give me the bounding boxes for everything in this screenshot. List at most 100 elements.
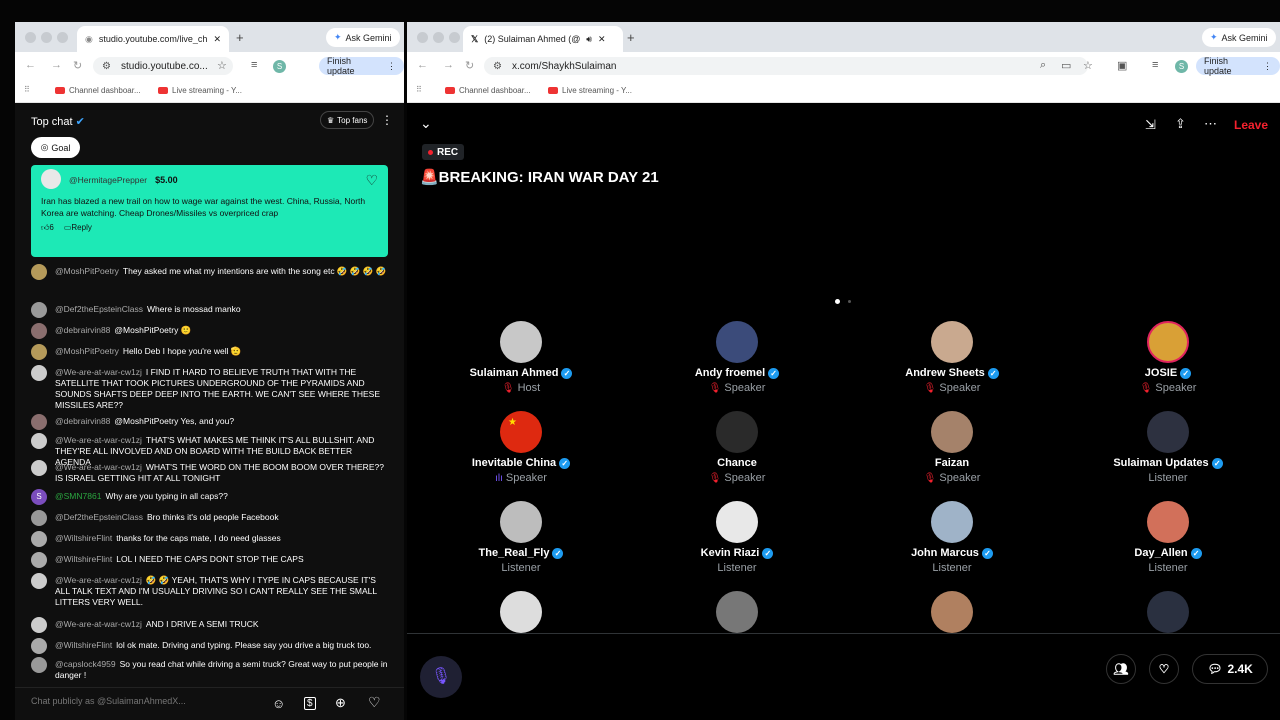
mic-button[interactable]: 🎙︎	[420, 656, 462, 698]
top-fans-button[interactable]: ♛ Top fans	[320, 111, 375, 129]
tab-x-space[interactable]: 𝕏 (2) Sulaiman Ahmed (@Sh... 🔊︎ ✕	[463, 26, 623, 52]
avatar	[931, 321, 973, 363]
chat-message: @Def2theEpsteinClass Bro thinks it's old …	[31, 510, 388, 526]
chat-input[interactable]	[31, 696, 261, 706]
goal-button[interactable]: ◎ Goal	[31, 137, 80, 158]
participant-card[interactable]: JOSIE ✓ 🎙︎ Speaker	[1068, 321, 1268, 394]
reading-list-icon[interactable]: ≡	[1152, 59, 1158, 71]
bookmark-star-icon[interactable]: ☆	[217, 59, 227, 72]
avatar[interactable]	[1147, 591, 1189, 633]
participant-card[interactable]: Andy froemel ✓ 🎙︎ Speaker	[637, 321, 837, 394]
participant-card[interactable]: Faizan 🎙︎ Speaker	[852, 411, 1052, 484]
finish-update-button[interactable]: Finish update ⋮	[1196, 56, 1280, 76]
ask-gemini-button[interactable]: ✦ Ask Gemini	[1202, 28, 1276, 47]
avatar	[31, 302, 47, 318]
back-icon[interactable]: ←	[25, 59, 36, 71]
site-info-icon[interactable]: ⚙	[493, 61, 502, 72]
participant-card[interactable]: ★ Inevitable China ✓ ılı Speaker	[421, 411, 621, 484]
chat-title[interactable]: Top chat ✔	[31, 115, 85, 128]
apps-grid-icon[interactable]: ⠿	[24, 85, 30, 94]
profile-avatar[interactable]: S	[1175, 60, 1188, 73]
participant-card[interactable]: Day_Allen ✓ Listener	[1068, 501, 1268, 574]
maximize-window-button[interactable]	[57, 32, 68, 43]
cast-icon[interactable]: ▭	[1061, 59, 1071, 72]
audio-playing-icon[interactable]: 🔊︎	[586, 34, 592, 45]
chat-message: @MoshPitPoetry Hello Deb I hope you're we…	[31, 344, 388, 360]
mic-icon: 🎙︎	[430, 668, 452, 685]
avatar[interactable]	[931, 591, 973, 633]
bookmark-channel-dashboard[interactable]: Channel dashboar...	[445, 86, 531, 95]
close-window-button[interactable]	[25, 32, 36, 43]
super-chat-text: Iran has blazed a new trail on how to wa…	[41, 196, 366, 218]
maximize-window-button[interactable]	[449, 32, 460, 43]
participant-card[interactable]: The_Real_Fly ✓ Listener	[421, 501, 621, 574]
participant-card[interactable]: Sulaiman Ahmed ✓ 🎙︎ Host	[421, 321, 621, 394]
tab-youtube-chat[interactable]: ◉ studio.youtube.com/live_chat ✕	[77, 26, 229, 52]
chat-message: @debrairvin88 @MoshPitPoetry 🙂	[31, 323, 388, 339]
verified-icon: ✓	[1190, 547, 1202, 559]
avatar	[31, 638, 47, 654]
comments-button[interactable]: 💬︎ 2.4K	[1192, 654, 1268, 684]
apps-grid-icon[interactable]: ⠿	[416, 85, 422, 94]
reading-list-icon[interactable]: ≡	[251, 59, 257, 71]
leave-button[interactable]: Leave	[1234, 118, 1268, 132]
bookmark-live-streaming[interactable]: Live streaming - Y...	[548, 86, 632, 95]
record-dot-icon	[428, 149, 433, 155]
url-field[interactable]: ⚙ x.com/ShaykhSulaiman	[484, 57, 1088, 75]
minimize-window-button[interactable]	[41, 32, 52, 43]
minimize-window-button[interactable]	[433, 32, 444, 43]
new-tab-button[interactable]: +	[236, 30, 244, 45]
avatar: S	[31, 489, 47, 505]
reactions-button[interactable]: ♡	[1149, 654, 1179, 684]
avatar	[31, 657, 47, 673]
new-tab-button[interactable]: +	[627, 30, 635, 45]
avatar[interactable]	[716, 591, 758, 633]
collapse-chevron-icon[interactable]: ⌄	[420, 115, 432, 132]
ask-gemini-button[interactable]: ✦ Ask Gemini	[326, 28, 400, 47]
bookmark-star-icon[interactable]: ☆	[1083, 59, 1093, 72]
heart-icon[interactable]: ♡	[365, 172, 378, 189]
tab-bar: 𝕏 (2) Sulaiman Ahmed (@Sh... 🔊︎ ✕ + ✦Ask…	[407, 22, 1280, 52]
site-info-icon[interactable]: ⚙	[102, 61, 111, 72]
bookmarks-bar: ⠿ Channel dashboar... Live streaming - Y…	[15, 80, 404, 103]
avatar[interactable]	[500, 591, 542, 633]
participant-card[interactable]: Chance 🎙︎ Speaker	[637, 411, 837, 484]
chat-message: @Def2theEpsteinClass Where is mossad mank…	[31, 302, 388, 318]
close-tab-icon[interactable]: ✕	[213, 34, 221, 45]
minimize-space-icon[interactable]: ⇲	[1145, 117, 1156, 133]
extensions-icon[interactable]: ▣	[1117, 59, 1127, 72]
url-field[interactable]: ⚙ studio.youtube.co...	[93, 57, 233, 75]
participants-button[interactable]: 👥︎	[1106, 654, 1136, 684]
profile-avatar[interactable]: S	[273, 60, 286, 73]
reply-button[interactable]: ▭Reply	[64, 223, 92, 233]
forward-icon[interactable]: →	[51, 59, 62, 71]
add-icon[interactable]: ⊕	[335, 695, 346, 711]
participant-card[interactable]: John Marcus ✓ Listener	[852, 501, 1052, 574]
super-chat-icon[interactable]: $	[304, 697, 316, 710]
heart-icon[interactable]: ♡	[368, 694, 381, 711]
participant-card[interactable]: Sulaiman Updates ✓ Listener	[1068, 411, 1268, 484]
back-icon[interactable]: ←	[417, 59, 428, 71]
finish-update-button[interactable]: Finish update ⋮	[319, 56, 404, 76]
gemini-icon: ✦	[334, 32, 342, 42]
chat-message: @We-are-at-war-cw1zj WHAT'S THE WORD ON T…	[31, 460, 388, 484]
close-tab-icon[interactable]: ✕	[598, 34, 606, 45]
participant-card[interactable]: Kevin Riazi ✓ Listener	[637, 501, 837, 574]
zoom-icon[interactable]: ⌕	[1040, 59, 1046, 72]
verified-icon: ✓	[561, 367, 573, 379]
speaking-icon: ılı	[495, 473, 503, 484]
reload-icon[interactable]: ↻	[465, 59, 474, 72]
more-options-icon[interactable]: ⋯	[1204, 116, 1217, 132]
bookmarks-bar: ⠿ Channel dashboar... Live streaming - Y…	[407, 80, 1280, 103]
emoji-icon[interactable]: ☺	[272, 696, 285, 711]
reload-icon[interactable]: ↻	[73, 59, 82, 72]
participant-card[interactable]: Andrew Sheets ✓ 🎙︎ Speaker	[852, 321, 1052, 394]
like-button[interactable]: 👍︎6	[41, 223, 54, 233]
forward-icon[interactable]: →	[443, 59, 454, 71]
more-options-icon[interactable]: ⋮	[381, 113, 393, 127]
close-window-button[interactable]	[417, 32, 428, 43]
chat-header: Top chat ✔ ♛ Top fans ⋮ ◎ Goal	[15, 103, 404, 163]
share-icon[interactable]: ⇪	[1175, 116, 1186, 132]
bookmark-live-streaming[interactable]: Live streaming - Y...	[158, 86, 242, 95]
bookmark-channel-dashboard[interactable]: Channel dashboar...	[55, 86, 141, 95]
